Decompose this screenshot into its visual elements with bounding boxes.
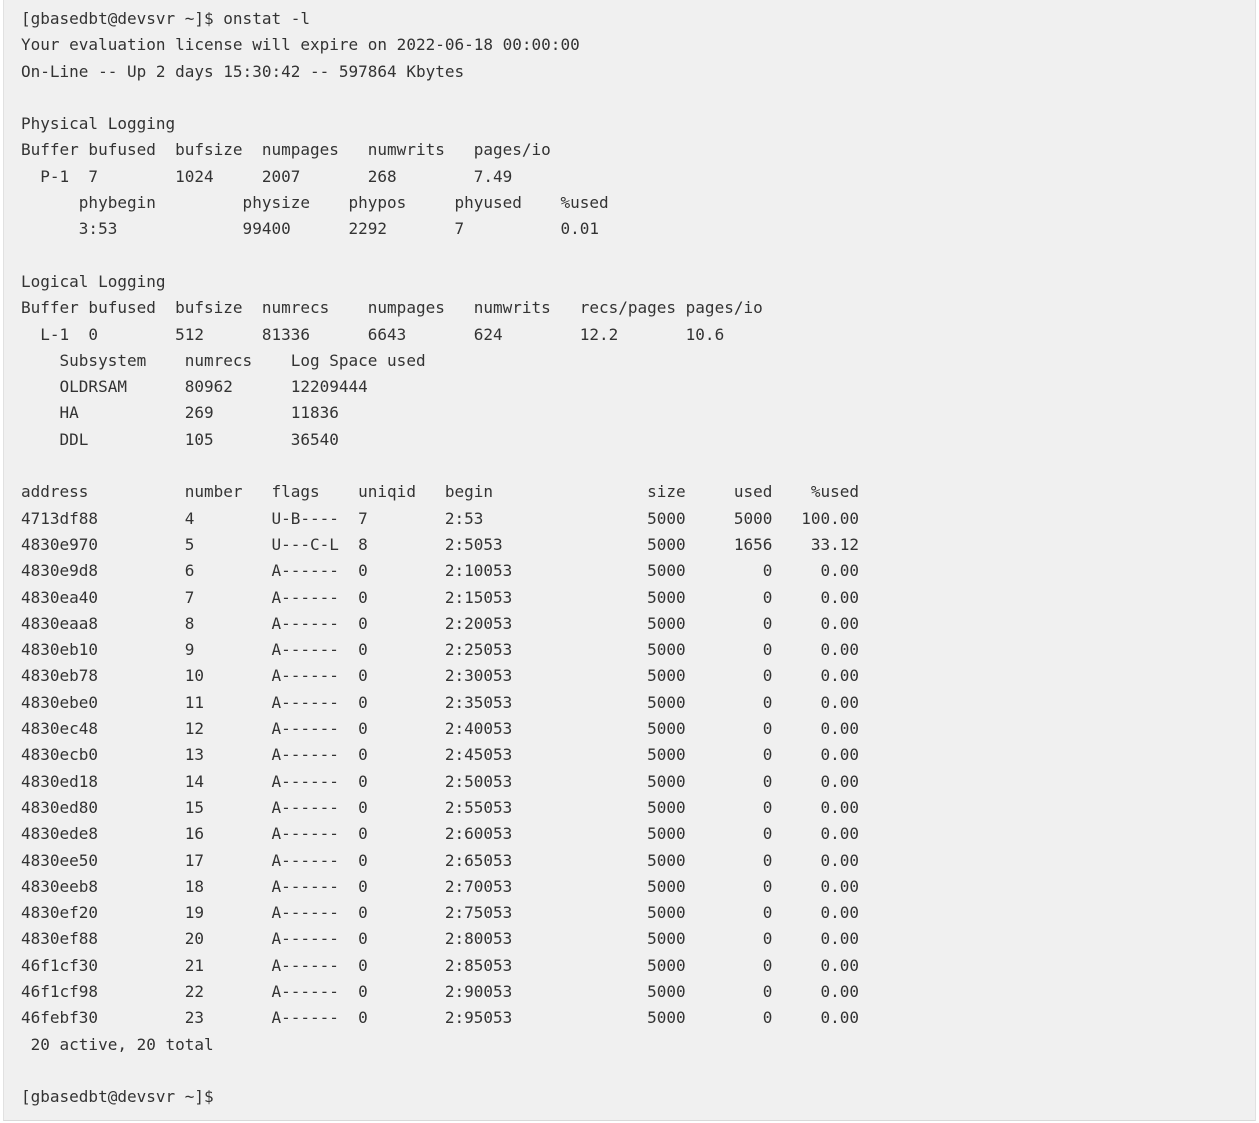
log-table-row: 4830ee50 17 A------ 0 2:65053 5000 0 0.0…: [21, 850, 860, 870]
status-line: On-Line -- Up 2 days 15:30:42 -- 597864 …: [21, 61, 465, 81]
log-table-row: 46febf30 23 A------ 0 2:95053 5000 0 0.0…: [21, 1008, 860, 1028]
command-line: [gbasedbt@devsvr ~]$ onstat -l: [21, 9, 310, 28]
log-table-row: 46f1cf98 22 A------ 0 2:90053 5000 0 0.0…: [21, 981, 860, 1001]
log-table-row: 4830e970 5 U---C-L 8 2:5053 5000 1656 33…: [21, 534, 860, 554]
log-table-row: 4830ed18 14 A------ 0 2:50053 5000 0 0.0…: [21, 771, 860, 791]
physical-logging-heading: Physical Logging: [21, 114, 176, 134]
logical-buffer-row: L-1 0 512 81336 6643 624 12.2 10.6: [21, 324, 725, 344]
logical-logging-heading: Logical Logging: [21, 271, 166, 291]
logical-buffer-header: Buffer bufused bufsize numrecs numpages …: [21, 298, 763, 318]
physical-buffer-header: Buffer bufused bufsize numpages numwrits…: [21, 140, 551, 160]
terminal-output-block: [gbasedbt@devsvr ~]$ onstat -l Your evalu…: [3, 0, 1256, 1121]
log-table-row: 4830eb78 10 A------ 0 2:30053 5000 0 0.0…: [21, 666, 860, 686]
log-table-row: 4830ed80 15 A------ 0 2:55053 5000 0 0.0…: [21, 797, 860, 817]
log-table-row: 4830e9d8 6 A------ 0 2:10053 5000 0 0.00: [21, 561, 860, 581]
physical-phys-header: phybegin physize phypos phyused %used: [21, 193, 609, 213]
subsystem-row: OLDRSAM 80962 12209444: [21, 377, 368, 397]
log-table-row: 4830ec48 12 A------ 0 2:40053 5000 0 0.0…: [21, 719, 860, 739]
log-table-row: 4830eb10 9 A------ 0 2:25053 5000 0 0.00: [21, 640, 860, 660]
log-table-row: 4713df88 4 U-B---- 7 2:53 5000 5000 100.…: [21, 508, 860, 528]
physical-phys-row: 3:53 99400 2292 7 0.01: [21, 219, 599, 239]
physical-buffer-row: P-1 7 1024 2007 268 7.49: [21, 166, 513, 186]
log-table-row: 4830eaa8 8 A------ 0 2:20053 5000 0 0.00: [21, 613, 860, 633]
log-table-row: 4830ecb0 13 A------ 0 2:45053 5000 0 0.0…: [21, 745, 860, 765]
license-notice: Your evaluation license will expire on 2…: [21, 35, 580, 55]
subsystem-row: DDL 105 36540: [21, 429, 339, 449]
terminal-text: [gbasedbt@devsvr ~]$ onstat -l Your evalu…: [21, 6, 859, 1110]
log-table-row: 4830ebe0 11 A------ 0 2:35053 5000 0 0.0…: [21, 692, 860, 712]
final-prompt: [gbasedbt@devsvr ~]$: [21, 1087, 214, 1107]
log-table-row: 4830ede8 16 A------ 0 2:60053 5000 0 0.0…: [21, 824, 860, 844]
log-table-row: 4830eeb8 18 A------ 0 2:70053 5000 0 0.0…: [21, 876, 860, 896]
log-table-header: address number flags uniqid begin size u…: [21, 482, 860, 502]
log-table-row: 4830ef20 19 A------ 0 2:75053 5000 0 0.0…: [21, 903, 860, 923]
log-table-row: 46f1cf30 21 A------ 0 2:85053 5000 0 0.0…: [21, 955, 860, 975]
subsystem-row: HA 269 11836: [21, 403, 339, 423]
subsystem-header: Subsystem numrecs Log Space used: [21, 350, 426, 370]
log-table-row: 4830ef88 20 A------ 0 2:80053 5000 0 0.0…: [21, 929, 860, 949]
log-summary: 20 active, 20 total: [21, 1034, 214, 1054]
log-table-row: 4830ea40 7 A------ 0 2:15053 5000 0 0.00: [21, 587, 860, 607]
